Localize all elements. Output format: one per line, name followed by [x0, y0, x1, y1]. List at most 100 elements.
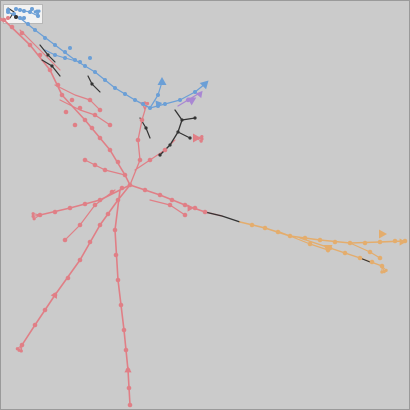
red-node — [157, 192, 163, 198]
orange-node — [369, 259, 375, 265]
red-node — [42, 307, 48, 313]
red-node — [77, 222, 83, 228]
red-node — [37, 212, 43, 218]
red-node — [47, 67, 53, 73]
red-node — [55, 82, 61, 88]
blue-node — [141, 102, 145, 106]
orange-node — [275, 229, 281, 235]
tree-branch — [7, 11, 166, 109]
orange-node — [332, 239, 338, 245]
dark-node — [193, 116, 197, 120]
orange-node — [342, 250, 348, 256]
red-node — [115, 197, 121, 203]
red-node — [97, 222, 103, 228]
blue-node — [63, 50, 67, 54]
blue-node — [63, 56, 67, 60]
red-node — [97, 107, 103, 113]
red-node — [65, 275, 71, 281]
red-node — [69, 97, 75, 103]
legend-swatch — [22, 16, 26, 20]
blue-node — [178, 98, 182, 102]
leaf-node — [37, 9, 41, 13]
red-node — [142, 187, 148, 193]
red-node — [77, 105, 83, 111]
clade-marker — [157, 77, 167, 85]
dark-branch — [177, 131, 191, 139]
orange-node — [377, 239, 383, 245]
orange-node — [302, 235, 308, 241]
blue-node — [88, 56, 92, 60]
dark-branch — [87, 75, 101, 93]
red-node — [102, 167, 108, 173]
dark-node — [180, 118, 184, 122]
red-node — [182, 212, 188, 218]
dark-node — [176, 130, 180, 134]
red-node — [169, 197, 175, 203]
legend-swatch — [30, 7, 34, 11]
tree-branch — [19, 29, 61, 71]
dark-node — [188, 136, 192, 140]
dark-node — [144, 126, 148, 130]
blue-node — [18, 8, 22, 12]
red-node — [127, 182, 133, 188]
blue-node — [148, 106, 152, 110]
red-node — [107, 122, 113, 128]
clade-marker — [124, 366, 132, 373]
leaf-node — [145, 101, 150, 106]
orange-node — [357, 255, 363, 261]
red-node — [77, 257, 83, 263]
red-node — [67, 205, 73, 211]
blue-node — [103, 78, 107, 82]
orange-node — [379, 263, 385, 269]
tree-nodes — [1, 8, 408, 408]
legend-swatch — [14, 7, 18, 11]
dark-node — [158, 153, 162, 157]
blue-node — [133, 98, 137, 102]
orange-node — [367, 249, 373, 255]
red-node — [118, 302, 124, 308]
red-node — [107, 147, 113, 153]
red-node — [119, 185, 125, 191]
red-node — [82, 117, 88, 123]
blue-node — [78, 60, 82, 64]
red-node — [92, 202, 98, 208]
blue-node — [156, 93, 160, 97]
red-node — [112, 227, 118, 233]
leaf-node — [31, 212, 35, 216]
orange-node — [377, 255, 383, 261]
red-node — [82, 201, 88, 207]
red-node — [63, 109, 69, 115]
blue-node — [83, 64, 87, 68]
blue-node — [53, 53, 57, 57]
orange-node — [307, 241, 313, 247]
blue-node — [68, 46, 72, 50]
connector-branch — [204, 211, 241, 223]
red-node — [82, 157, 88, 163]
red-node — [97, 135, 103, 141]
leaf-node — [15, 347, 19, 351]
blue-node — [26, 22, 30, 26]
red-node — [115, 277, 121, 283]
orange-node — [262, 225, 268, 231]
red-node — [92, 112, 98, 118]
red-node — [59, 92, 65, 98]
clade-marker — [199, 80, 209, 90]
dark-node — [90, 82, 94, 86]
red-node — [109, 189, 115, 195]
red-node — [202, 209, 208, 215]
red-node — [115, 159, 121, 165]
red-node — [123, 347, 129, 353]
blue-node — [113, 86, 117, 90]
tree-branch — [114, 189, 131, 406]
red-node — [105, 211, 111, 217]
dark-branch — [181, 117, 196, 121]
red-node — [121, 327, 127, 333]
dark-node — [168, 143, 172, 147]
red-node — [19, 30, 25, 36]
red-node — [147, 157, 153, 163]
red-node — [139, 117, 145, 123]
red-node — [1, 17, 7, 23]
leaf-node — [380, 270, 384, 274]
red-node — [162, 147, 168, 153]
legend-swatch — [6, 16, 10, 20]
